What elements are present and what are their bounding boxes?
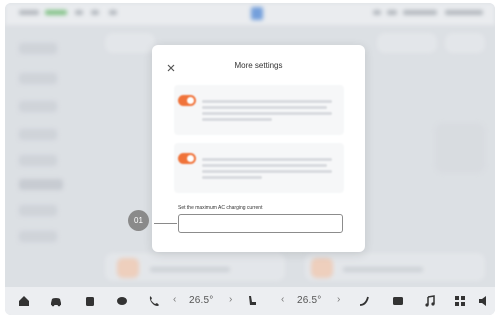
option-description [202, 106, 327, 109]
max-ac-current-label: Set the maximum AC charging current [178, 205, 263, 211]
option-description [202, 112, 332, 115]
option-description [202, 170, 332, 173]
music-icon[interactable] [423, 294, 437, 308]
more-settings-modal: More settings Set the maximum AC chargin… [152, 45, 365, 252]
modal-title: More settings [234, 61, 283, 70]
car-display: ‹ 26.5° › ‹ 26.5° › More settings Set th… [5, 3, 495, 315]
option-card-charging-hatch [174, 143, 344, 193]
left-temperature: 26.5° [189, 295, 214, 306]
right-temperature: 26.5° [297, 295, 322, 306]
car-icon[interactable] [49, 294, 63, 308]
option-description [202, 118, 272, 121]
temp-right-increase-button[interactable]: › [337, 294, 340, 305]
option-description [202, 164, 327, 167]
seat-icon[interactable] [245, 294, 259, 308]
wiper-icon[interactable] [357, 294, 371, 308]
option-description [202, 158, 332, 161]
option-description [202, 176, 262, 179]
volume-icon[interactable] [477, 294, 491, 308]
media-player-icon[interactable] [83, 294, 97, 308]
temp-left-decrease-button[interactable]: ‹ [173, 294, 176, 305]
option-description [202, 100, 332, 103]
grid-icon[interactable] [453, 294, 467, 308]
callout-badge: 01 [128, 210, 149, 231]
app-grid-icon[interactable] [391, 294, 405, 308]
chat-icon[interactable] [115, 294, 129, 308]
callout-line [154, 223, 177, 224]
bottom-dock: ‹ 26.5° › ‹ 26.5° › [5, 287, 495, 315]
charging-hatch-toggle[interactable] [178, 153, 196, 164]
option-card-battery-temperature [174, 85, 344, 135]
max-ac-current-field[interactable] [178, 214, 343, 233]
temp-left-increase-button[interactable]: › [229, 294, 232, 305]
temp-right-decrease-button[interactable]: ‹ [281, 294, 284, 305]
battery-temperature-toggle[interactable] [178, 95, 196, 106]
phone-icon[interactable] [147, 294, 161, 308]
home-icon[interactable] [17, 294, 31, 308]
